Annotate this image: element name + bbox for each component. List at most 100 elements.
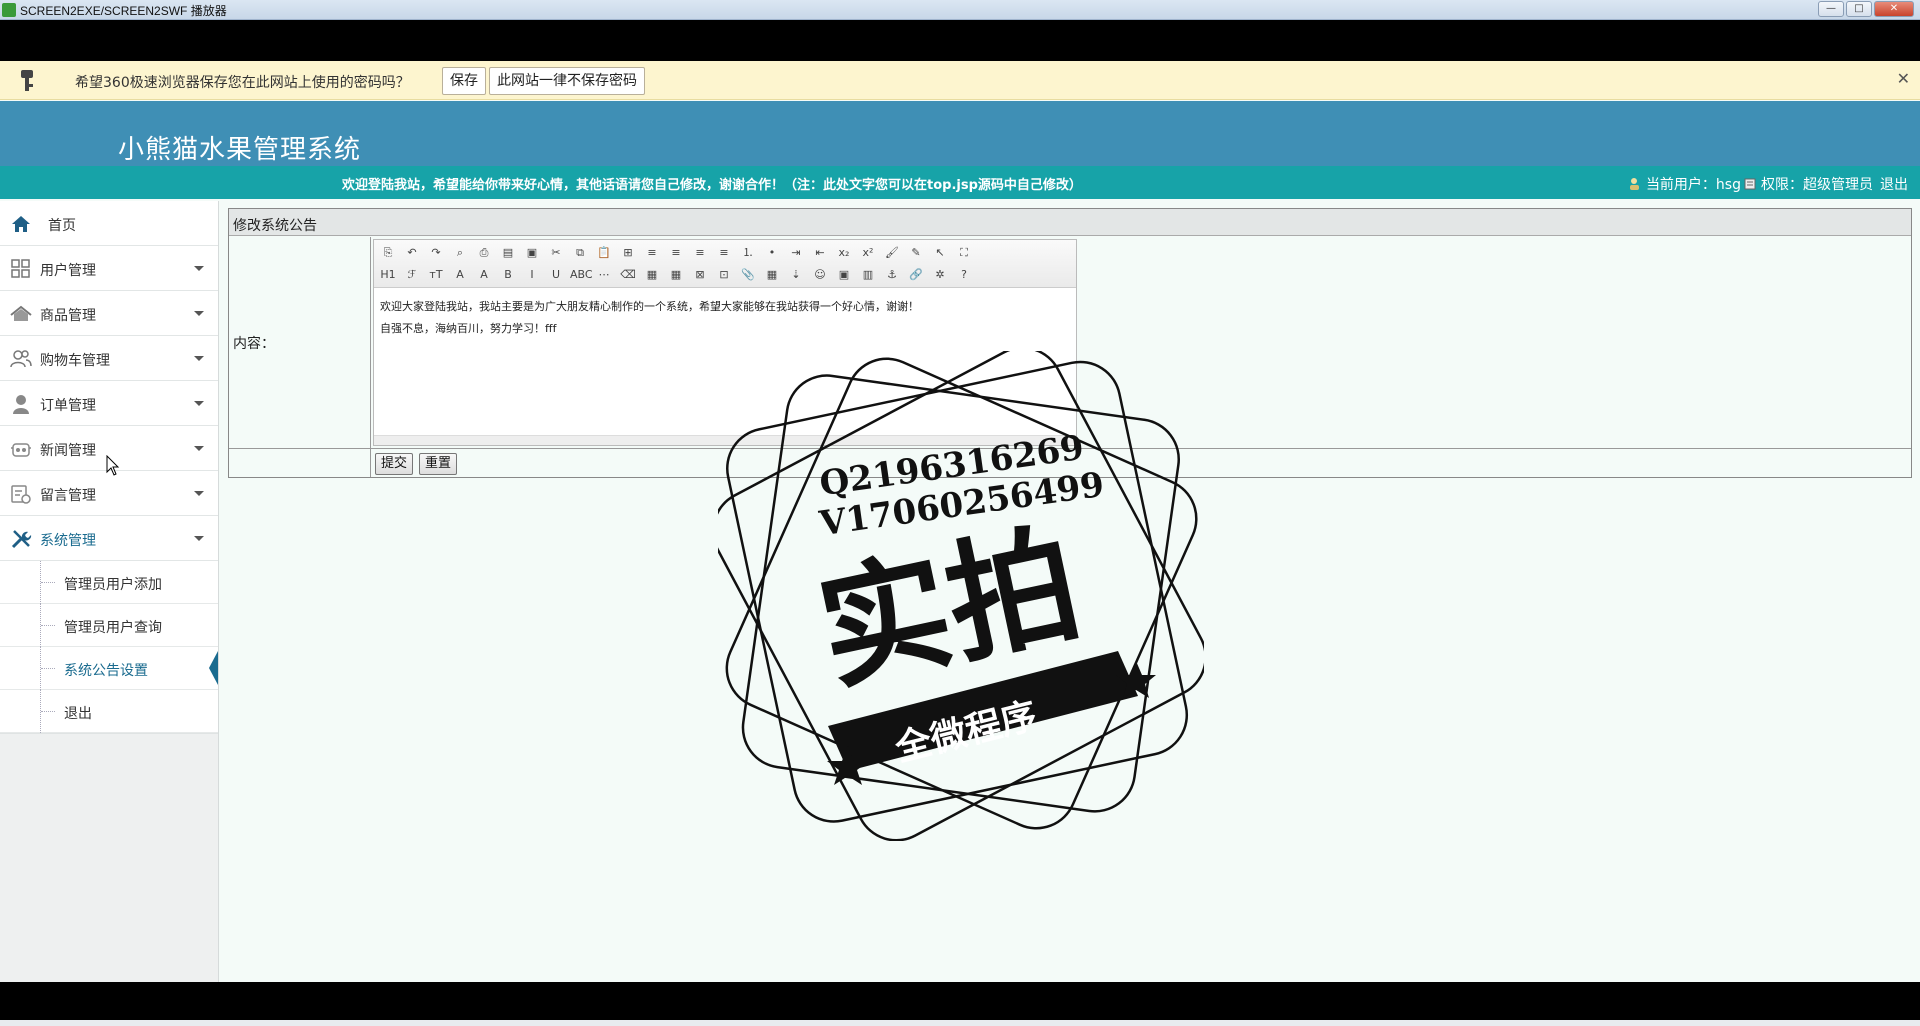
- toolbar-button-icon[interactable]: 🖌: [882, 244, 902, 262]
- toolbar-button-icon[interactable]: ⇥: [786, 244, 806, 262]
- toolbar-button-icon[interactable]: ▦: [666, 266, 686, 284]
- toolbar-button-icon[interactable]: ↷: [426, 244, 446, 262]
- toolbar-button-icon[interactable]: ⇣: [786, 266, 806, 284]
- toolbar-button-icon[interactable]: ⧉: [570, 244, 590, 262]
- toolbar-button-icon[interactable]: 📋: [594, 244, 614, 262]
- toolbar-button-icon[interactable]: ▥: [858, 266, 878, 284]
- toolbar-button-icon[interactable]: ▤: [498, 244, 518, 262]
- toolbar-button-icon[interactable]: ⌕: [450, 244, 470, 262]
- toolbar-button-icon[interactable]: ⊠: [690, 266, 710, 284]
- sidebar-item-products[interactable]: 商品管理: [0, 291, 218, 336]
- tools-icon: [11, 530, 32, 549]
- window-controls: — □ ✕: [1818, 1, 1914, 17]
- sidebar-subitem-label: 退出: [64, 706, 92, 722]
- sidebar-item-label: 购物车管理: [40, 353, 110, 369]
- toolbar-button-icon[interactable]: x²: [858, 244, 878, 262]
- toolbar-button-icon[interactable]: ⊞: [618, 244, 638, 262]
- toolbar-button-icon[interactable]: ≡: [642, 244, 662, 262]
- sidebar-item-label: 首页: [48, 218, 76, 234]
- sidebar-subitem-label: 管理员用户查询: [64, 620, 162, 636]
- sidebar-item-home[interactable]: 首页: [0, 201, 218, 246]
- minimize-button[interactable]: —: [1818, 1, 1844, 17]
- toolbar-button-icon[interactable]: I: [522, 266, 542, 284]
- toolbar-button-icon[interactable]: ▣: [522, 244, 542, 262]
- toolbar-button-icon[interactable]: ⇤: [810, 244, 830, 262]
- editor-toolbar: ⎘ ↶ ↷ ⌕ ⎙ ▤ ▣ ✂ ⧉ 📋 ⊞ ≡ ≡ ≡ ≡ ⒈ • ⇥ ⇤ x₂ x² 🖌 ✎ ↖ ⛶ H1 ℱтT A A B I U AB…: [374, 240, 1076, 288]
- sidebar-item-orders[interactable]: 订单管理: [0, 381, 218, 426]
- info-bar: 欢迎登陆我站，希望能给你带来好心情，其他话语请您自己修改，谢谢合作！（注：此处文…: [0, 166, 1920, 199]
- maximize-button[interactable]: □: [1846, 1, 1872, 17]
- toolbar-button-icon[interactable]: ABC: [570, 266, 593, 284]
- news-icon: [11, 443, 31, 457]
- sidebar-item-label: 新闻管理: [40, 443, 96, 459]
- toolbar-button-icon[interactable]: ↶: [402, 244, 422, 262]
- current-user-label: 当前用户：hsg: [1645, 177, 1741, 193]
- key-icon: [21, 70, 33, 91]
- users-icon: [10, 350, 32, 368]
- toolbar-button-icon[interactable]: ✂: [546, 244, 566, 262]
- message-icon: [11, 485, 31, 504]
- toolbar-button-icon[interactable]: ⊡: [714, 266, 734, 284]
- sidebar-subitem-logout[interactable]: 退出: [0, 690, 218, 733]
- toolbar-button-icon[interactable]: ✎: [906, 244, 926, 262]
- sidebar-item-messages[interactable]: 留言管理: [0, 471, 218, 516]
- toolbar-button-icon[interactable]: ▦: [642, 266, 662, 284]
- sidebar: 首页 用户管理 商品管理 购物车管理 订单管理 新闻管理 留言管理 系统管理 管…: [0, 201, 219, 982]
- content-label: 内容：: [233, 336, 275, 352]
- toolbar-button-icon[interactable]: ⚓: [882, 266, 902, 284]
- submit-button[interactable]: 提交: [375, 453, 414, 475]
- toolbar-button-icon[interactable]: 🔗: [906, 266, 926, 284]
- reset-button[interactable]: 重置: [419, 453, 458, 475]
- toolbar-button-icon[interactable]: ▣: [834, 266, 854, 284]
- close-window-button[interactable]: ✕: [1874, 1, 1914, 17]
- chevron-down-icon: [194, 446, 204, 451]
- toolbar-button-icon[interactable]: ⋯: [594, 266, 614, 284]
- panel-title: 修改系统公告: [233, 218, 317, 234]
- sidebar-item-system[interactable]: 系统管理: [0, 516, 218, 561]
- mouse-cursor-icon: [106, 455, 120, 476]
- editor-line-1: 欢迎大家登陆我站，我站主要是为广大朋友精心制作的一个系统，希望大家能够在我站获得…: [380, 300, 919, 313]
- toolbar-button-icon[interactable]: ≡: [714, 244, 734, 262]
- logout-link[interactable]: 退出: [1880, 174, 1908, 194]
- active-pointer-icon: [209, 651, 218, 685]
- toolbar-button-icon[interactable]: ⎙: [474, 244, 494, 262]
- actions-label-cell: [229, 449, 371, 477]
- toolbar-button-icon[interactable]: A: [450, 266, 470, 284]
- welcome-text: 欢迎登陆我站，希望能给你带来好心情，其他话语请您自己修改，谢谢合作！（注：此处文…: [342, 178, 1082, 193]
- toolbar-button-icon[interactable]: ℱ: [402, 266, 422, 284]
- toolbar-button-icon[interactable]: тT: [426, 266, 446, 284]
- toolbar-button-icon[interactable]: ≡: [690, 244, 710, 262]
- toolbar-button-icon[interactable]: x₂: [834, 244, 854, 262]
- toolbar-button-icon[interactable]: B: [498, 266, 518, 284]
- toolbar-button-icon[interactable]: ⎘: [378, 244, 398, 262]
- chevron-down-icon: [194, 356, 204, 361]
- never-save-password-button[interactable]: 此网站一律不保存密码: [489, 67, 645, 95]
- toolbar-button-icon[interactable]: A: [474, 266, 494, 284]
- toolbar-button-icon[interactable]: •: [762, 244, 782, 262]
- toolbar-button-icon[interactable]: ▦: [762, 266, 782, 284]
- toolbar-button-icon[interactable]: ☺: [810, 266, 830, 284]
- toolbar-button-icon[interactable]: ⒈: [738, 244, 758, 262]
- toolbar-button-icon[interactable]: ≡: [666, 244, 686, 262]
- sidebar-item-label: 用户管理: [40, 263, 96, 279]
- sidebar-subitem-admin-add[interactable]: 管理员用户添加: [0, 561, 218, 604]
- sidebar-item-cart[interactable]: 购物车管理: [0, 336, 218, 381]
- toolbar-button-icon[interactable]: ✲: [930, 266, 950, 284]
- sidebar-subitem-label: 系统公告设置: [64, 663, 148, 679]
- toolbar-button-icon[interactable]: H1: [378, 266, 398, 284]
- toolbar-button-icon[interactable]: ?: [954, 266, 974, 284]
- editor-content[interactable]: 欢迎大家登陆我站，我站主要是为广大朋友精心制作的一个系统，希望大家能够在我站获得…: [380, 296, 919, 340]
- toolbar-button-icon[interactable]: U: [546, 266, 566, 284]
- toolbar-button-icon[interactable]: ⛶: [954, 244, 974, 262]
- close-bar-icon[interactable]: ✕: [1897, 69, 1910, 88]
- toolbar-button-icon[interactable]: ⌫: [618, 266, 638, 284]
- sidebar-item-users[interactable]: 用户管理: [0, 246, 218, 291]
- sidebar-subitem-admin-query[interactable]: 管理员用户查询: [0, 604, 218, 647]
- save-password-button[interactable]: 保存: [442, 67, 486, 95]
- permission-icon: [1744, 178, 1756, 190]
- sidebar-subitem-announcement[interactable]: 系统公告设置: [0, 647, 218, 690]
- sidebar-item-label: 订单管理: [40, 398, 96, 414]
- toolbar-button-icon[interactable]: 📎: [738, 266, 758, 284]
- form-actions: 提交 重置: [375, 453, 458, 475]
- toolbar-button-icon[interactable]: ↖: [930, 244, 950, 262]
